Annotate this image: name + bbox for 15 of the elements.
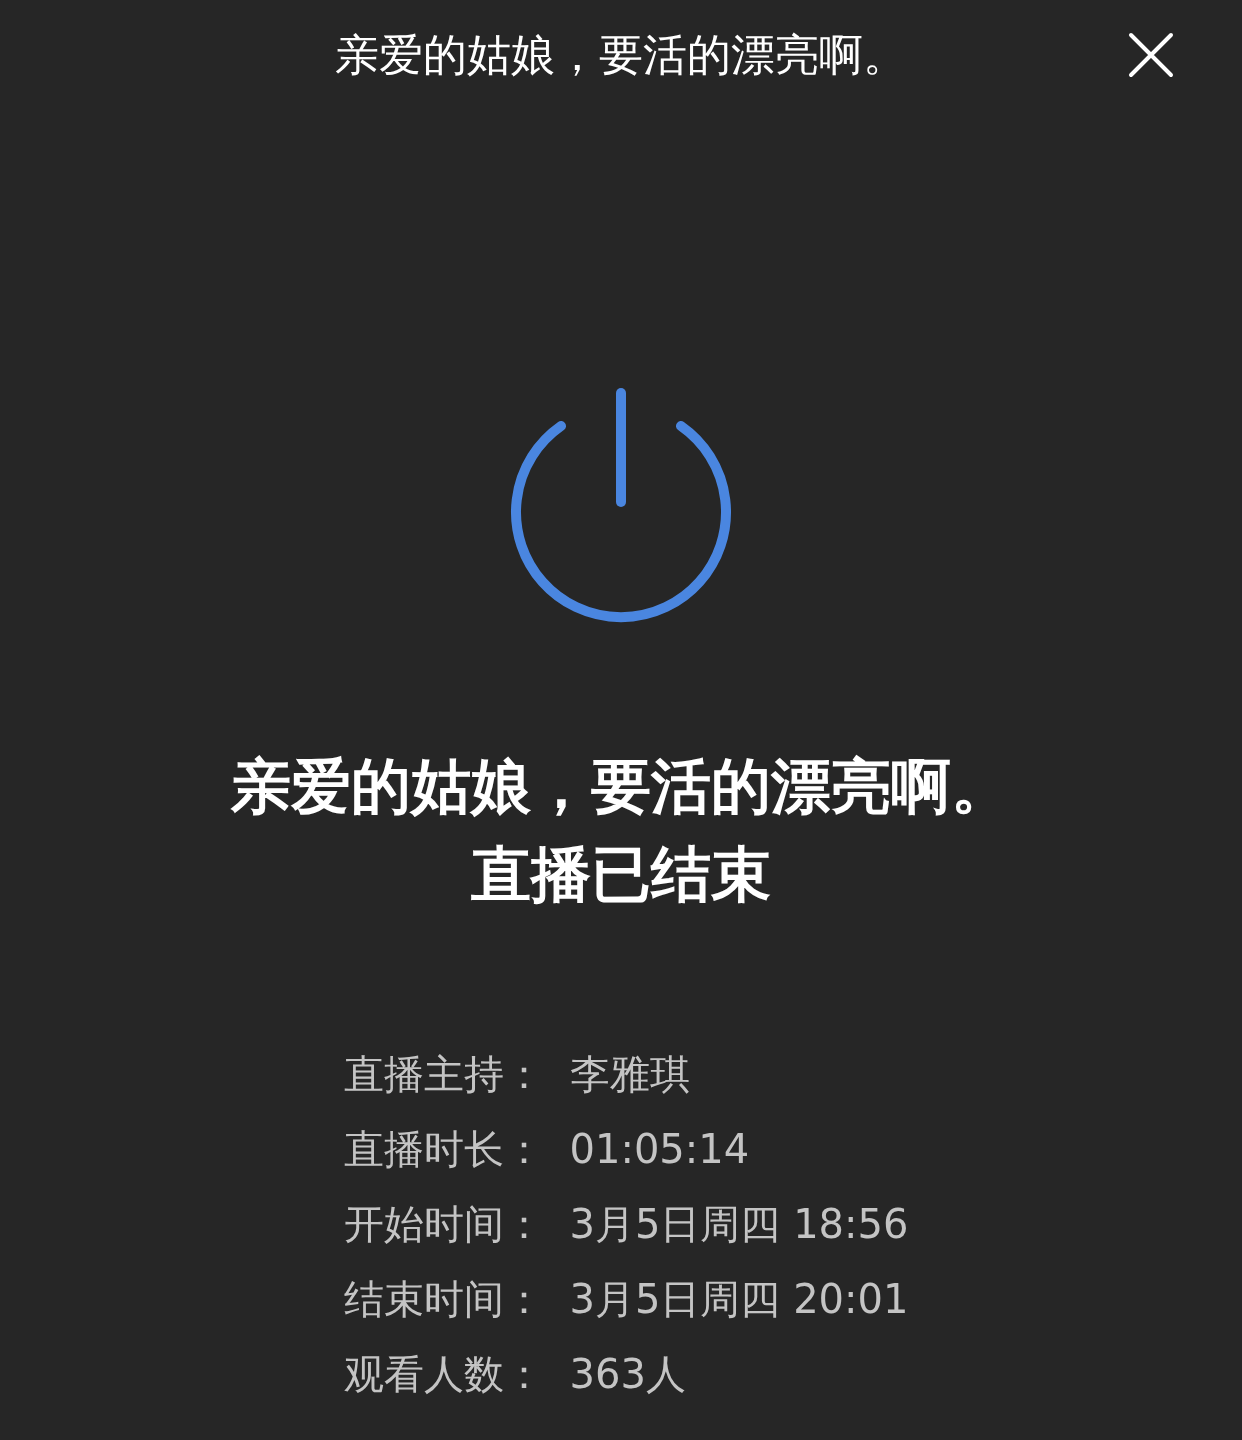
detail-value: 3月5日周四 18:56 [569, 1200, 909, 1248]
headline: 亲爱的姑娘，要活的漂亮啊。 [231, 750, 1011, 823]
detail-label: 直播时长： [343, 1125, 544, 1173]
window-title: 亲爱的姑娘，要活的漂亮啊。 [335, 27, 907, 82]
detail-label: 结束时间： [343, 1275, 544, 1323]
detail-label: 开始时间： [343, 1200, 544, 1248]
status-text: 直播已结束 [471, 838, 771, 911]
detail-label: 直播主持： [343, 1050, 544, 1098]
close-button[interactable] [1126, 30, 1176, 80]
detail-value: 李雅琪 [569, 1050, 691, 1098]
detail-value: 3月5日周四 20:01 [569, 1275, 909, 1323]
close-icon [1128, 32, 1174, 78]
detail-label: 观看人数： [343, 1350, 544, 1398]
detail-value: 01:05:14 [569, 1125, 751, 1173]
detail-value: 363人 [569, 1350, 687, 1398]
